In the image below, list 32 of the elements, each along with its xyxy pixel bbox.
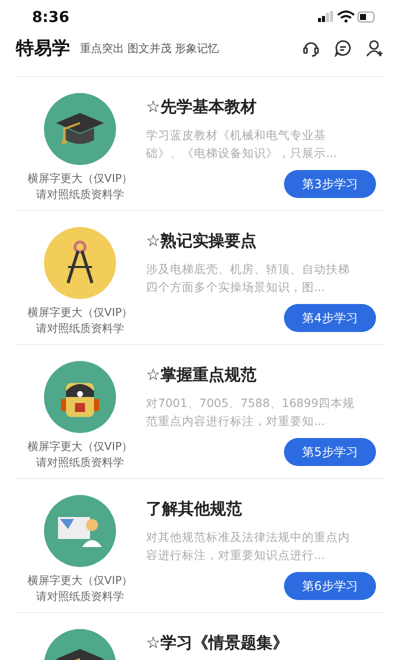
- course-title: 了解其他规范: [146, 499, 243, 520]
- course-description: 对7001、7005、7588、16899四本规范重点内容进行标注，对重要知...: [146, 395, 356, 430]
- course-caption: 请对照纸质资料学: [36, 589, 124, 605]
- course-description: 对其他规范标准及法律法规中的重点内容进行标注，对重要知识点进行...: [146, 529, 351, 564]
- study-step-button[interactable]: 第5步学习: [284, 438, 376, 466]
- course-title: ☆学习《情景题集》: [146, 633, 290, 654]
- graduation-cap-icon: [44, 93, 116, 165]
- course-title: ☆先学基本教材: [146, 97, 258, 118]
- course-caption: 请对照纸质资料学: [36, 455, 124, 471]
- study-step-button[interactable]: 第3步学习: [284, 170, 376, 198]
- course-caption: 请对照纸质资料学: [36, 321, 124, 337]
- course-title: ☆掌握重点规范: [146, 365, 258, 386]
- study-step-button[interactable]: 第6步学习: [284, 572, 376, 600]
- add-user-icon[interactable]: [366, 39, 384, 57]
- course-description: 涉及电梯底壳、机房、轿顶、自动扶梯四个方面多个实操场景知识，图...: [146, 261, 351, 296]
- course-caption: 横屏字更大（仅VIP）: [27, 573, 133, 589]
- course-caption: 横屏字更大（仅VIP）: [27, 305, 133, 321]
- course-title: ☆熟记实操要点: [146, 231, 258, 252]
- headset-icon[interactable]: [302, 39, 320, 57]
- course-caption: 横屏字更大（仅VIP）: [27, 439, 133, 455]
- backpack-icon: [44, 361, 116, 433]
- app-tagline: 重点突出 图文并茂 形象记忆: [80, 40, 220, 56]
- teacher-board-icon: [44, 495, 116, 567]
- status-icons-drawing: [318, 10, 376, 24]
- course-caption: 横屏字更大（仅VIP）: [27, 171, 133, 187]
- message-icon[interactable]: [334, 39, 352, 57]
- course-caption: 请对照纸质资料学: [36, 187, 124, 203]
- drafting-compass-icon: [44, 227, 116, 299]
- course-description: 学习蓝皮教材《机械和电气专业基础》、《电梯设备知识》，只展示...: [146, 127, 338, 162]
- study-step-button[interactable]: 第4步学习: [284, 304, 376, 332]
- app-title: 特易学: [16, 37, 70, 60]
- status-time: 8:36: [32, 8, 70, 26]
